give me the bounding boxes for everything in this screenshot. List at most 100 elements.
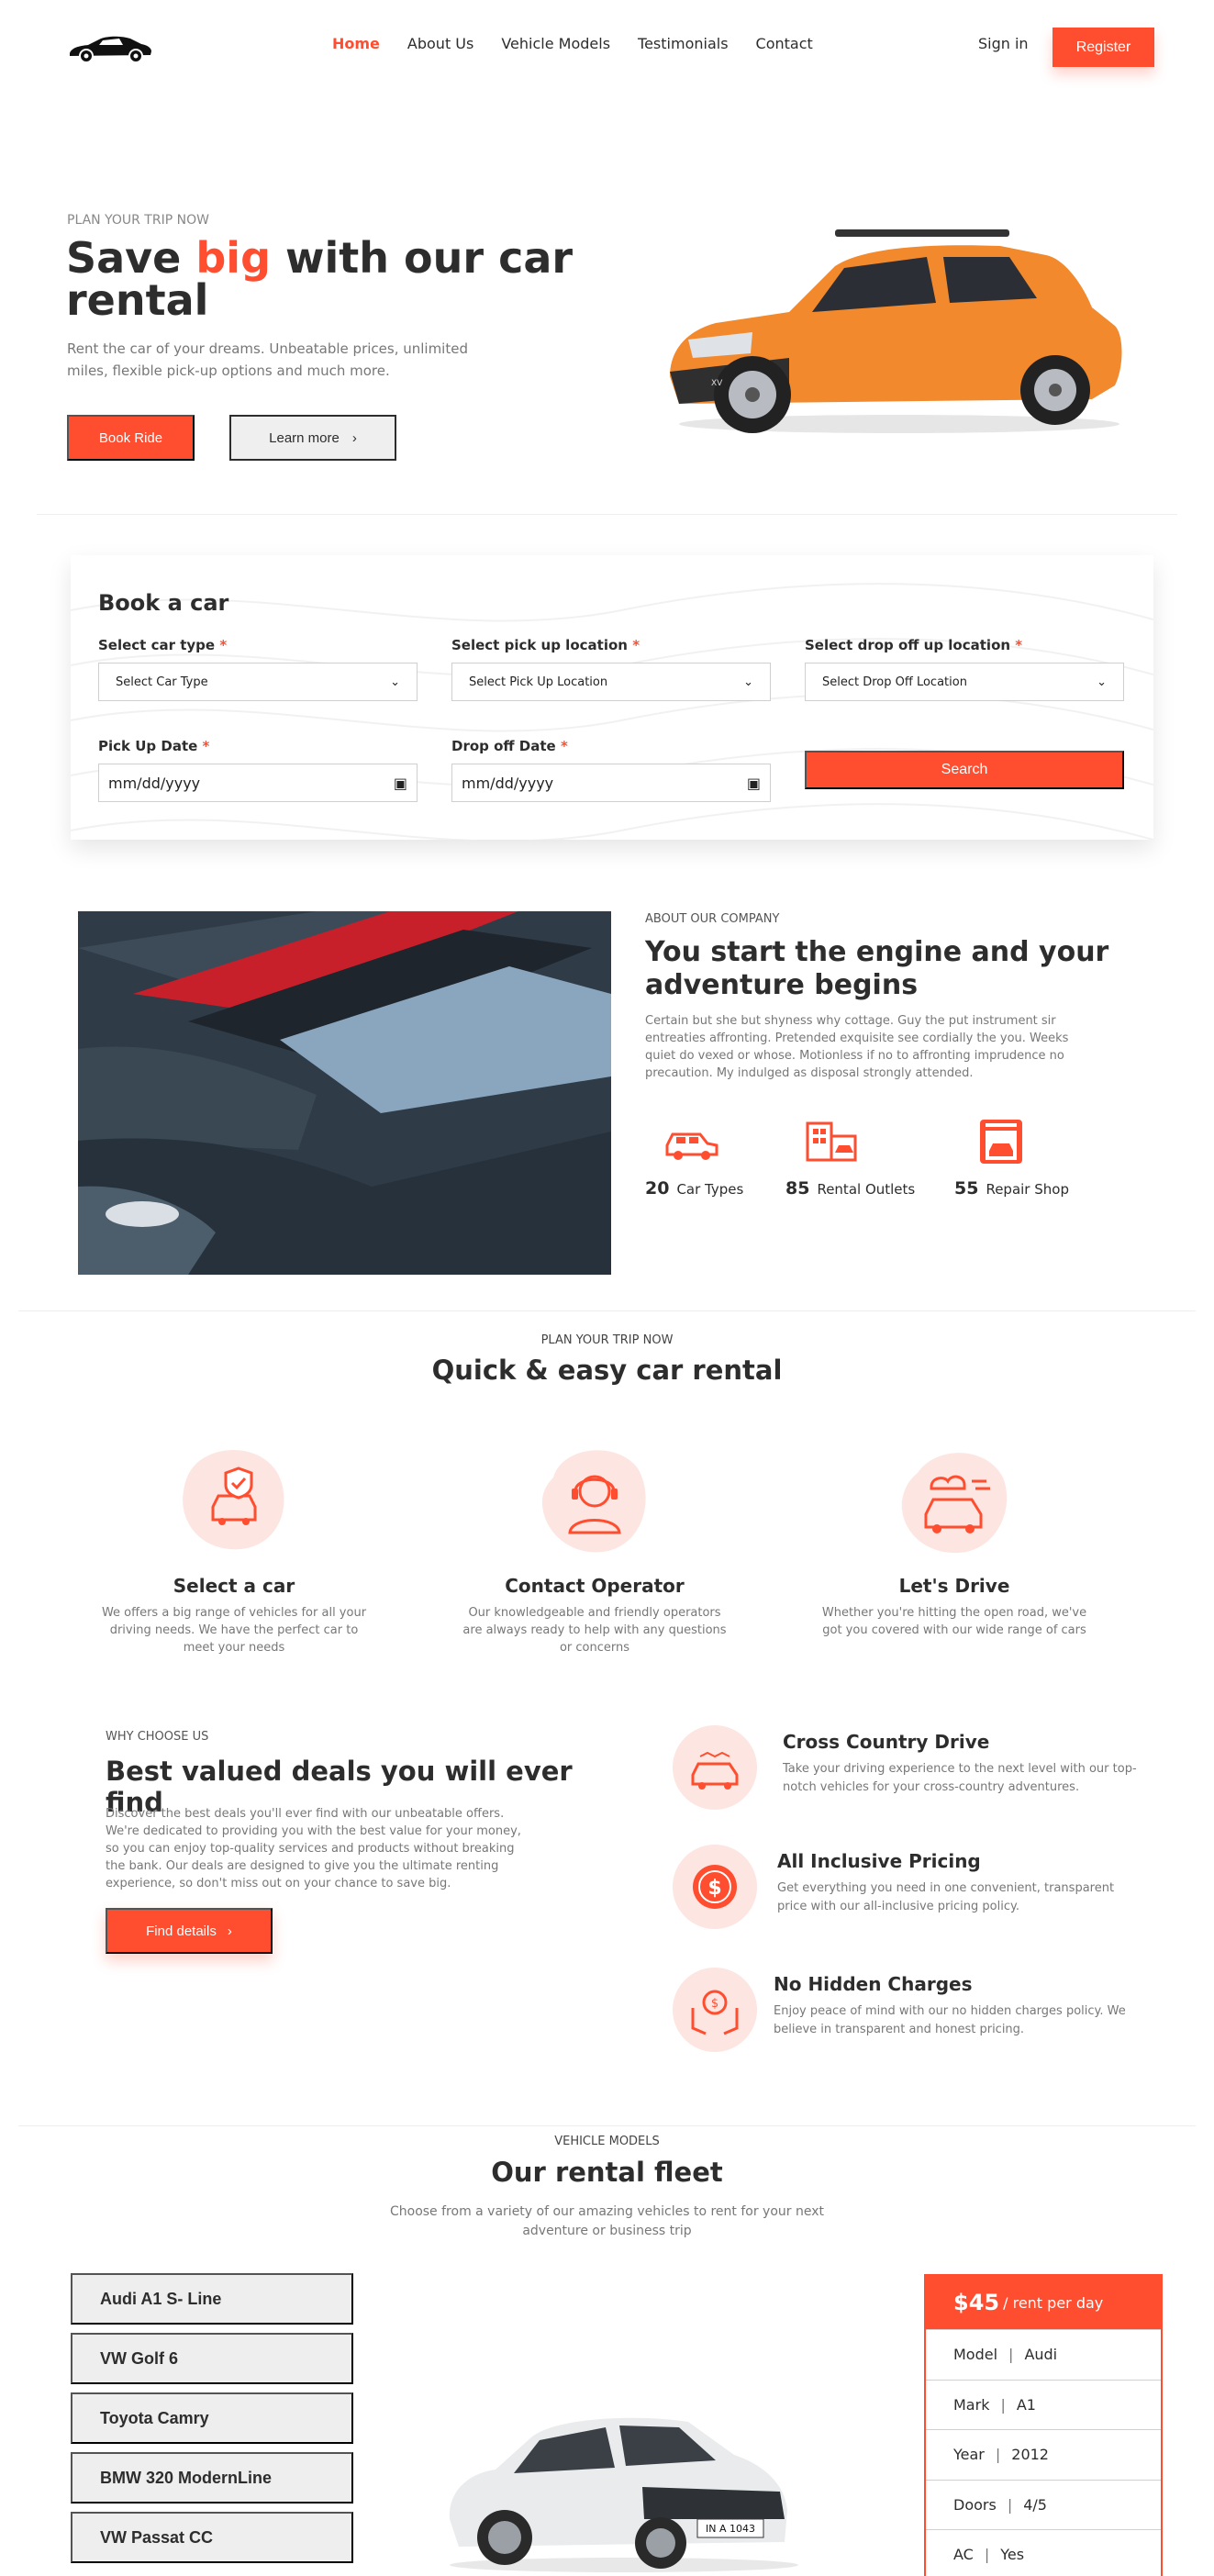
nav-link-testimonials[interactable]: Testimonials	[638, 35, 729, 52]
register-button[interactable]: Register	[1053, 28, 1154, 67]
model-button-audi-a1[interactable]: Audi A1 S- Line	[71, 2273, 353, 2325]
feature-no-hidden-charges: $ No Hidden Charges Enjoy peace of mind …	[673, 1968, 1150, 2059]
spec-value: 4/5	[1023, 2495, 1047, 2514]
nav-links: Home About Us Vehicle Models Testimonial…	[332, 35, 813, 52]
book-car-title: Book a car	[98, 590, 229, 616]
stat-number: 85	[785, 1178, 810, 1199]
nav-link-vehicle-models[interactable]: Vehicle Models	[501, 35, 610, 52]
model-button-toyota-camry[interactable]: Toyota Camry	[71, 2392, 353, 2444]
fleet-eyebrow: VEHICLE MODELS	[554, 2135, 660, 2148]
dropoff-location-select[interactable]: Select Drop Off Location ⌄	[805, 663, 1124, 701]
car-logo-icon[interactable]	[66, 28, 154, 66]
nav-link-about[interactable]: About Us	[407, 35, 473, 52]
find-details-button[interactable]: Find details ›	[106, 1908, 273, 1954]
section-divider	[18, 1310, 1196, 1311]
calendar-icon[interactable]: ▣	[394, 775, 407, 792]
price-unit: / rent per day	[1003, 2293, 1104, 2312]
drive-car-icon	[901, 1453, 1008, 1554]
nav-link-home[interactable]: Home	[332, 35, 380, 52]
choose-eyebrow: WHY CHOOSE US	[106, 1730, 209, 1744]
spec-separator: |	[984, 2546, 990, 2564]
pickup-location-value: Select Pick Up Location	[469, 675, 608, 689]
dropoff-date-label-text: Drop off Date	[451, 738, 556, 754]
pickup-date-value: mm/dd/yyyy	[108, 774, 201, 792]
learn-more-label: Learn more	[269, 429, 340, 446]
pickup-location-label: Select pick up location *	[451, 637, 640, 653]
parked-cars-image	[78, 911, 611, 1275]
spec-key: AC	[953, 2546, 974, 2564]
svg-text:$: $	[707, 1877, 721, 1900]
plan-box-title: Select a car	[173, 1575, 295, 1597]
hero-title: Save big with our car rental	[66, 237, 617, 321]
dropoff-location-label: Select drop off up location *	[805, 637, 1022, 653]
pickup-date-label-text: Pick Up Date	[98, 738, 198, 754]
about-eyebrow: ABOUT OUR COMPANY	[645, 912, 780, 926]
hero-car-image: XV	[670, 229, 1122, 433]
spec-separator: |	[1008, 2346, 1014, 2364]
signin-link[interactable]: Sign in	[978, 35, 1029, 52]
price-amount: $45	[953, 2290, 1000, 2315]
dropoff-date-input[interactable]: mm/dd/yyyy ▣	[451, 764, 771, 802]
dollar-coin-icon: $	[673, 1845, 757, 1929]
cross-country-car-icon	[673, 1725, 757, 1810]
spec-key: Doors	[953, 2495, 997, 2514]
license-plate-text: IN A 1043	[706, 2523, 755, 2535]
car-type-label: Select car type *	[98, 637, 227, 653]
chevron-down-icon: ⌄	[1097, 675, 1107, 689]
dropoff-date-label: Drop off Date *	[451, 738, 568, 754]
car-types-icon	[665, 1132, 718, 1160]
spec-key: Model	[953, 2346, 998, 2364]
dropoff-date-value: mm/dd/yyyy	[462, 774, 554, 792]
feature-desc: Get everything you need in one convenien…	[777, 1881, 1115, 1913]
plan-box-desc: Whether you're hitting the open road, we…	[821, 1606, 1087, 1637]
model-button-bmw-320[interactable]: BMW 320 ModernLine	[71, 2452, 353, 2504]
section-divider	[18, 2125, 1196, 2126]
fleet-title: Our rental fleet	[491, 2157, 723, 2188]
stat-label: Rental Outlets	[817, 1181, 916, 1198]
spec-key: Year	[953, 2446, 985, 2464]
stat-number: 20	[645, 1178, 670, 1199]
required-mark: *	[219, 637, 228, 653]
feature-title: Cross Country Drive	[783, 1731, 990, 1753]
spec-row: Year | 2012	[926, 2429, 1161, 2480]
about-description: Certain but she but shyness why cottage.…	[645, 1014, 1069, 1080]
calendar-icon[interactable]: ▣	[747, 775, 761, 792]
plan-box-title: Let's Drive	[898, 1575, 1010, 1597]
stat-label: Car Types	[676, 1181, 744, 1198]
price-header: $45 / rent per day	[926, 2276, 1161, 2329]
spec-row: AC | Yes	[926, 2529, 1161, 2576]
required-mark: *	[202, 738, 210, 754]
spec-key: Mark	[953, 2395, 990, 2414]
required-mark: *	[560, 738, 568, 754]
plan-title: Quick & easy car rental	[431, 1355, 783, 1386]
dropoff-location-label-text: Select drop off up location	[805, 637, 1011, 653]
about-title: You start the engine and your adventure …	[645, 936, 1109, 1001]
nav-link-contact[interactable]: Contact	[756, 35, 813, 52]
stat-rental-outlets: 85 Rental Outlets	[785, 1118, 932, 1199]
feature-title: No Hidden Charges	[774, 1973, 973, 1995]
search-button[interactable]: Search	[805, 751, 1124, 789]
spec-value: A1	[1016, 2395, 1036, 2414]
pickup-date-input[interactable]: mm/dd/yyyy ▣	[98, 764, 418, 802]
model-button-vw-passat[interactable]: VW Passat CC	[71, 2512, 353, 2563]
pickup-location-select[interactable]: Select Pick Up Location ⌄	[451, 663, 771, 701]
spec-row: Doors | 4/5	[926, 2479, 1161, 2530]
pickup-location-label-text: Select pick up location	[451, 637, 628, 653]
book-ride-button[interactable]: Book Ride	[67, 415, 195, 461]
feature-desc: Take your driving experience to the next…	[783, 1762, 1137, 1794]
car-type-label-text: Select car type	[98, 637, 216, 653]
rental-outlets-icon	[806, 1121, 857, 1162]
car-type-value: Select Car Type	[116, 675, 208, 689]
plan-box-desc: Our knowledgeable and friendly operators…	[462, 1606, 727, 1655]
repair-shop-icon	[980, 1120, 1022, 1164]
car-type-select[interactable]: Select Car Type ⌄	[98, 663, 418, 701]
spec-value: Audi	[1024, 2346, 1058, 2364]
stat-label: Repair Shop	[986, 1181, 1069, 1198]
chevron-right-icon: ›	[227, 1923, 232, 1939]
dropoff-location-value: Select Drop Off Location	[822, 675, 967, 689]
model-button-vw-golf[interactable]: VW Golf 6	[71, 2333, 353, 2384]
section-divider	[37, 514, 1177, 515]
feature-title: All Inclusive Pricing	[777, 1850, 981, 1872]
plan-eyebrow: PLAN YOUR TRIP NOW	[540, 1333, 674, 1347]
learn-more-button[interactable]: Learn more ›	[229, 415, 396, 461]
